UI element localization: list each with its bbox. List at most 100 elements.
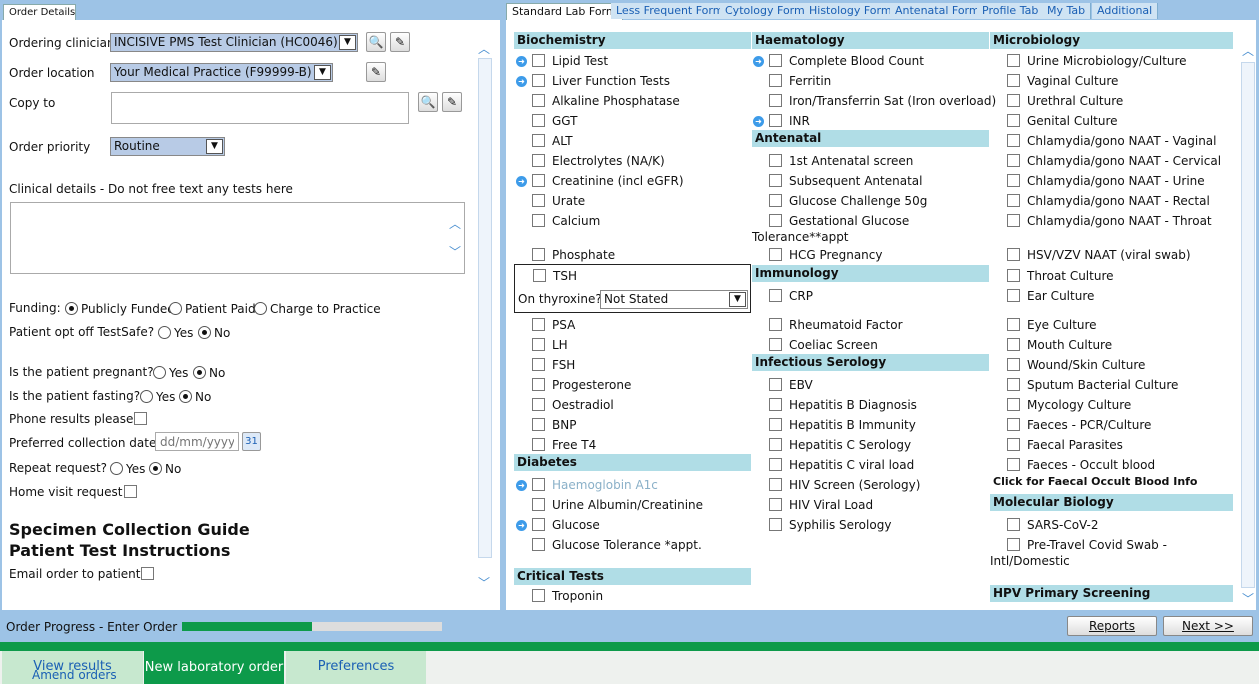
search-icon[interactable]: 🔍 — [418, 92, 438, 112]
test-checkbox[interactable] — [532, 74, 545, 87]
test-checkbox[interactable] — [769, 54, 782, 67]
test-checkbox[interactable] — [769, 498, 782, 511]
test-checkbox[interactable] — [532, 174, 545, 187]
copy-to-input[interactable] — [111, 92, 409, 124]
tab-additional[interactable]: Additional — [1092, 3, 1159, 19]
test-checkbox[interactable] — [532, 538, 545, 551]
test-checkbox[interactable] — [1007, 114, 1020, 127]
calendar-icon[interactable]: 31 — [242, 432, 261, 451]
funding-publicly-funded-radio[interactable] — [65, 302, 78, 315]
test-checkbox[interactable] — [532, 94, 545, 107]
test-checkbox[interactable] — [532, 358, 545, 371]
test-checkbox[interactable] — [769, 248, 782, 261]
eraser-icon[interactable]: ✎ — [390, 32, 410, 52]
left-scrollbar-track[interactable] — [478, 58, 492, 558]
repeat-yes-radio[interactable] — [110, 462, 123, 475]
scroll-up-icon[interactable]: ︿ — [478, 40, 490, 57]
eraser-icon[interactable]: ✎ — [442, 92, 462, 112]
test-checkbox[interactable] — [1007, 248, 1020, 261]
search-icon[interactable]: 🔍 — [366, 32, 386, 52]
eraser-icon[interactable]: ✎ — [366, 62, 386, 82]
opt-off-no-radio[interactable] — [198, 326, 211, 339]
test-checkbox[interactable] — [769, 478, 782, 491]
test-checkbox[interactable] — [532, 114, 545, 127]
home-visit-checkbox[interactable] — [124, 485, 137, 498]
tab-order-details[interactable]: Order Details — [3, 4, 76, 20]
test-checkbox[interactable] — [1007, 318, 1020, 331]
test-checkbox[interactable] — [532, 154, 545, 167]
test-checkbox[interactable] — [532, 248, 545, 261]
test-checkbox[interactable] — [1007, 154, 1020, 167]
reports-button[interactable]: Reports — [1067, 616, 1157, 636]
chevron-down-icon[interactable]: ▼ — [729, 292, 746, 307]
test-checkbox[interactable] — [769, 74, 782, 87]
tab-my-tab[interactable]: My Tab — [1042, 3, 1092, 19]
test-checkbox[interactable] — [532, 214, 545, 227]
test-checkbox[interactable] — [1007, 134, 1020, 147]
test-checkbox[interactable] — [532, 134, 545, 147]
info-arrow-icon[interactable]: ➜ — [753, 116, 764, 127]
test-checkbox[interactable] — [1007, 269, 1020, 282]
test-checkbox[interactable] — [769, 338, 782, 351]
test-checkbox[interactable] — [769, 458, 782, 471]
fasting-yes-radio[interactable] — [140, 390, 153, 403]
tab-profile[interactable]: Profile Tab — [977, 3, 1045, 19]
test-checkbox[interactable] — [1007, 398, 1020, 411]
test-checkbox[interactable] — [769, 398, 782, 411]
order-location-select[interactable]: Your Medical Practice (F99999-B) — [110, 63, 333, 82]
test-checkbox[interactable] — [532, 418, 545, 431]
phone-results-checkbox[interactable] — [134, 412, 147, 425]
tab-histology-form[interactable]: Histology Form — [804, 3, 898, 19]
test-checkbox[interactable] — [1007, 458, 1020, 471]
faecal-info-link[interactable]: Click for Faecal Occult Blood Info — [993, 475, 1198, 488]
test-checkbox[interactable] — [1007, 94, 1020, 107]
thyroxine-select[interactable]: Not Stated — [600, 290, 748, 309]
test-checkbox[interactable] — [532, 398, 545, 411]
chevron-down-icon[interactable]: ▼ — [339, 35, 356, 50]
chevron-down-icon[interactable]: ▼ — [206, 139, 223, 154]
info-arrow-icon[interactable]: ➜ — [516, 56, 527, 67]
funding-patient-paid-radio[interactable] — [169, 302, 182, 315]
specimen-guide-link[interactable]: Specimen Collection Guide — [9, 520, 250, 539]
test-checkbox[interactable] — [1007, 74, 1020, 87]
test-checkbox[interactable] — [1007, 358, 1020, 371]
test-checkbox[interactable] — [532, 518, 545, 531]
test-checkbox[interactable] — [532, 194, 545, 207]
test-checkbox[interactable] — [769, 114, 782, 127]
tab-amend-orders[interactable]: Amend orders — [32, 668, 117, 682]
scroll-up-icon[interactable]: ︿ — [1242, 42, 1254, 59]
patient-instructions-link[interactable]: Patient Test Instructions — [9, 541, 230, 560]
test-checkbox[interactable] — [1007, 538, 1020, 551]
test-checkbox[interactable] — [769, 438, 782, 451]
test-checkbox[interactable] — [1007, 338, 1020, 351]
test-checkbox[interactable] — [1007, 418, 1020, 431]
test-checkbox[interactable] — [533, 269, 546, 282]
test-checkbox[interactable] — [532, 589, 545, 602]
tab-antenatal-form[interactable]: Antenatal Form — [890, 3, 986, 19]
test-checkbox[interactable] — [1007, 194, 1020, 207]
info-arrow-icon[interactable]: ➜ — [516, 520, 527, 531]
test-checkbox[interactable] — [769, 518, 782, 531]
tab-standard-lab-form[interactable]: Standard Lab Form — [506, 3, 623, 20]
scroll-down-icon[interactable]: ﹀ — [449, 243, 461, 260]
funding-charge-practice-radio[interactable] — [254, 302, 267, 315]
scroll-down-icon[interactable]: ﹀ — [1242, 590, 1254, 607]
test-checkbox[interactable] — [532, 438, 545, 451]
pregnant-no-radio[interactable] — [193, 366, 206, 379]
test-checkbox[interactable] — [532, 378, 545, 391]
tab-preferences[interactable]: Preferences — [286, 651, 426, 684]
tab-less-frequent-form[interactable]: Less Frequent Form — [611, 3, 730, 19]
test-checkbox[interactable] — [532, 478, 545, 491]
test-checkbox[interactable] — [1007, 214, 1020, 227]
info-arrow-icon[interactable]: ➜ — [753, 56, 764, 67]
test-checkbox[interactable] — [769, 289, 782, 302]
tab-cytology-form[interactable]: Cytology Form — [720, 3, 811, 19]
next-button[interactable]: Next >> — [1163, 616, 1253, 636]
test-checkbox[interactable] — [1007, 54, 1020, 67]
info-arrow-icon[interactable]: ➜ — [516, 76, 527, 87]
info-arrow-icon[interactable]: ➜ — [516, 176, 527, 187]
test-checkbox[interactable] — [532, 54, 545, 67]
test-checkbox[interactable] — [1007, 378, 1020, 391]
repeat-no-radio[interactable] — [149, 462, 162, 475]
scroll-down-icon[interactable]: ﹀ — [478, 574, 490, 591]
